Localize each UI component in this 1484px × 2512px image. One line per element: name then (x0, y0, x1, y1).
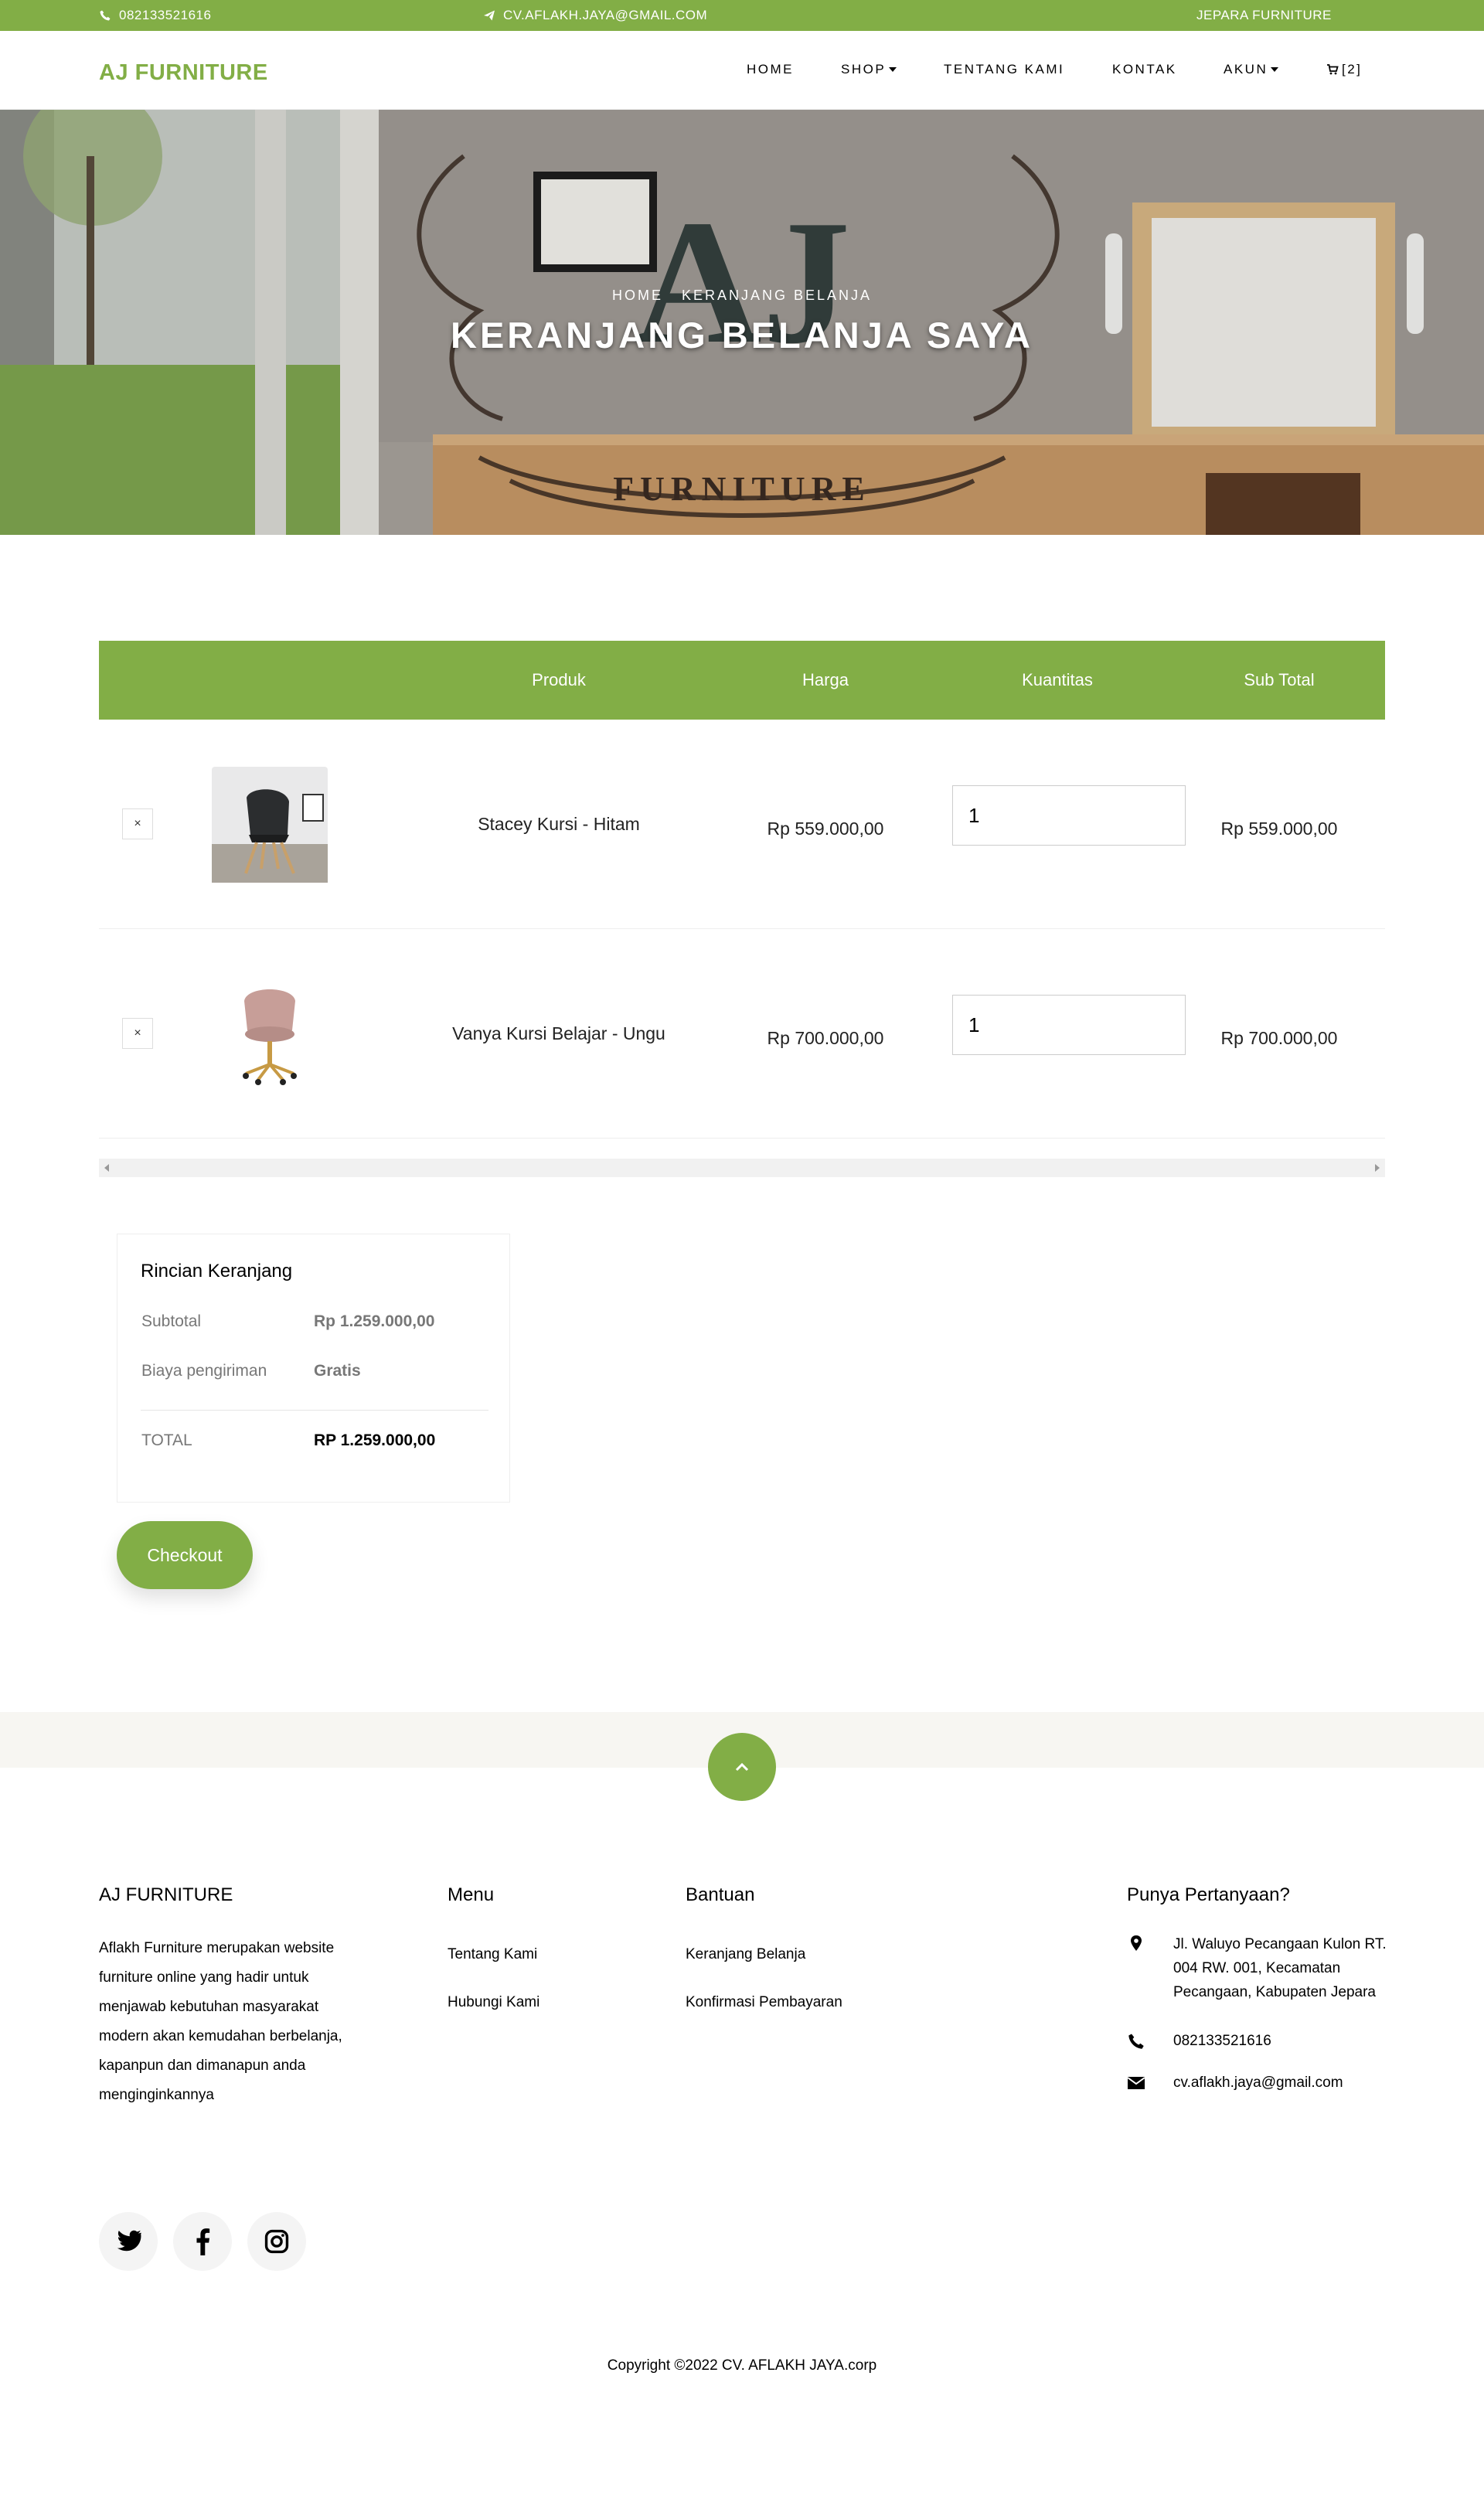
table-row: × Vanya Kursi Belajar - Ungu Rp 700.000,… (99, 929, 1385, 1139)
cart-totals-panel: Rincian Keranjang Subtotal Rp 1.259.000,… (117, 1234, 510, 1503)
phone-icon (1128, 2034, 1144, 2049)
nav-akun-label: AKUN (1224, 62, 1268, 77)
remove-item-button[interactable]: × (122, 808, 153, 839)
nav-home-label: HOME (747, 62, 794, 77)
product-name: Vanya Kursi Belajar - Ungu (452, 1023, 665, 1043)
horizontal-scrollbar[interactable] (99, 1159, 1385, 1177)
footer-link-konfirmasi[interactable]: Konfirmasi Pembayaran (686, 1994, 842, 2011)
nav-shop[interactable]: SHOP (841, 62, 897, 77)
caret-down-icon (1271, 67, 1279, 72)
cart-icon (1327, 64, 1339, 75)
topbar-tagline: JEPARA FURNITURE (1196, 0, 1332, 31)
footer-about-text: Aflakh Furniture merupakan website furni… (99, 1940, 342, 2103)
product-subtotal: Rp 700.000,00 (1220, 1027, 1338, 1048)
total-value: RP 1.259.000,00 (314, 1431, 436, 1449)
twitter-button[interactable] (99, 2212, 158, 2271)
hero-banner: AJ FURNITURE HOME KERANJANG BELANJA KERA… (0, 110, 1484, 535)
instagram-button[interactable] (247, 2212, 306, 2271)
breadcrumb: HOME KERANJANG BELANJA (0, 288, 1484, 304)
footer-contact-title: Punya Pertanyaan? (1127, 1884, 1290, 1905)
breadcrumb-current: KERANJANG BELANJA (681, 288, 873, 303)
caret-down-icon (889, 67, 897, 72)
cart-count: [2] (1342, 62, 1363, 77)
scroll-to-top-button[interactable] (708, 1733, 776, 1801)
brand-logo[interactable]: AJ FURNITURE (99, 60, 268, 86)
quantity-input[interactable]: 1 (952, 995, 1186, 1055)
header-harga: Harga (802, 670, 849, 689)
nav-tentang-label: TENTANG KAMI (944, 62, 1065, 77)
nav-kontak-label: KONTAK (1112, 62, 1177, 77)
nav-home[interactable]: HOME (747, 62, 794, 77)
nav-shop-label: SHOP (841, 62, 887, 77)
top-info-bar: 082133521616 CV.AFLAKH.JAYA@GMAIL.COM JE… (0, 0, 1484, 31)
checkout-button[interactable]: Checkout (117, 1521, 253, 1589)
phone-icon (100, 10, 111, 21)
totals-title: Rincian Keranjang (141, 1261, 293, 1282)
envelope-icon (1127, 2077, 1145, 2089)
total-label: TOTAL (141, 1431, 192, 1449)
facebook-icon (196, 2228, 210, 2255)
footer-about-title: AJ FURNITURE (99, 1884, 233, 1905)
nav-cart[interactable]: [2] (1326, 62, 1362, 77)
nav-akun[interactable]: AKUN (1224, 62, 1279, 77)
shipping-value: Gratis (314, 1362, 361, 1380)
footer-help-title: Bantuan (686, 1884, 755, 1905)
footer-phone[interactable]: 082133521616 (1173, 2029, 1271, 2053)
footer-address: Jl. Waluyo Pecangaan Kulon RT. 004 RW. 0… (1173, 1936, 1387, 2000)
footer-menu-title: Menu (448, 1884, 495, 1905)
subtotal-value: Rp 1.259.000,00 (314, 1312, 435, 1330)
page-title: KERANJANG BELANJA SAYA (451, 315, 1033, 356)
scroll-right-icon[interactable] (1375, 1164, 1380, 1172)
header-kuantitas: Kuantitas (1022, 670, 1093, 689)
divider (141, 1410, 488, 1411)
topbar-phone: 082133521616 (99, 0, 211, 31)
main-navbar: AJ FURNITURE HOME SHOP TENTANG KAMI KONT… (0, 31, 1484, 110)
product-price: Rp 700.000,00 (767, 1027, 884, 1048)
cart-table-header: Produk Harga Kuantitas Sub Total (99, 641, 1385, 720)
breadcrumb-home[interactable]: HOME (612, 288, 663, 303)
subtotal-label: Subtotal (141, 1312, 202, 1330)
footer-email[interactable]: cv.aflakh.jaya@gmail.com (1173, 2071, 1343, 2095)
map-marker-icon (1131, 1935, 1142, 1951)
shipping-label: Biaya pengiriman (141, 1362, 267, 1380)
product-name: Stacey Kursi - Hitam (478, 813, 640, 834)
footer-link-tentang[interactable]: Tentang Kami (448, 1946, 537, 1963)
table-row: × Stacey Kursi - Hitam Rp 559.000,00 1 R… (99, 720, 1385, 929)
product-subtotal: Rp 559.000,00 (1220, 818, 1338, 839)
nav-kontak[interactable]: KONTAK (1112, 62, 1177, 77)
header-produk: Produk (532, 670, 586, 689)
topbar-email-text: CV.AFLAKH.JAYA@GMAIL.COM (503, 8, 708, 22)
remove-item-button[interactable]: × (122, 1018, 153, 1049)
instagram-icon (264, 2229, 289, 2254)
copyright-text: Copyright ©2022 CV. AFLAKH JAYA.corp (607, 2357, 877, 2374)
footer-link-hubungi[interactable]: Hubungi Kami (448, 1994, 539, 2011)
header-subtotal: Sub Total (1244, 670, 1315, 689)
facebook-button[interactable] (173, 2212, 232, 2271)
product-image-stacey[interactable] (212, 767, 328, 883)
quantity-input[interactable]: 1 (952, 785, 1186, 846)
topbar-tagline-text: JEPARA FURNITURE (1196, 8, 1332, 22)
product-image-vanya[interactable] (212, 976, 328, 1092)
twitter-icon (117, 2230, 141, 2252)
paper-plane-icon (484, 10, 495, 21)
topbar-email: CV.AFLAKH.JAYA@GMAIL.COM (483, 0, 707, 31)
scroll-left-icon[interactable] (104, 1164, 109, 1172)
topbar-phone-text: 082133521616 (119, 8, 212, 22)
product-price: Rp 559.000,00 (767, 818, 884, 839)
nav-tentang-kami[interactable]: TENTANG KAMI (944, 62, 1064, 77)
footer-link-keranjang[interactable]: Keranjang Belanja (686, 1946, 805, 1963)
chevron-up-icon (735, 1762, 749, 1772)
